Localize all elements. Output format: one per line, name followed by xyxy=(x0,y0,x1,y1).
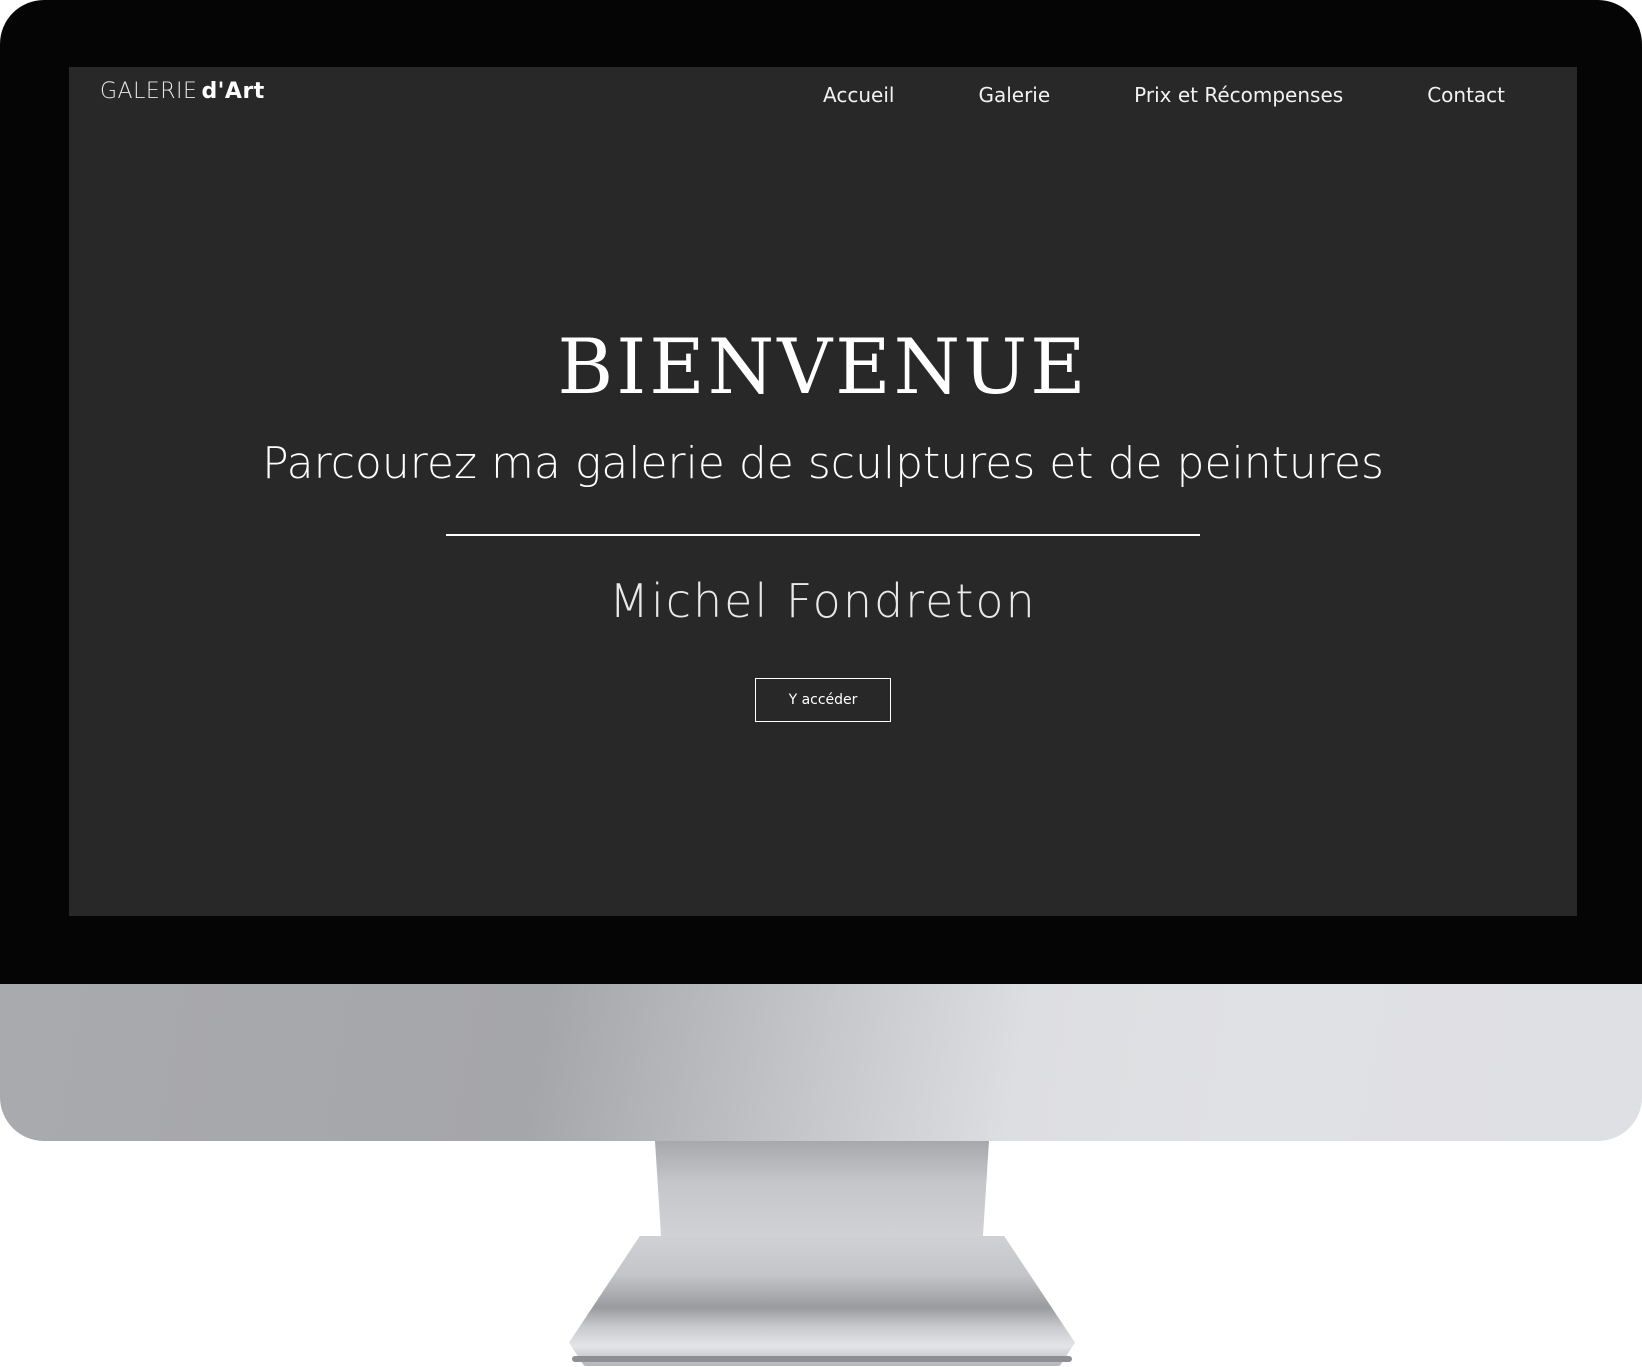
hero-subtitle: Parcourez ma galerie de sculptures et de… xyxy=(262,438,1384,489)
artist-name: Michel Fondreton xyxy=(609,574,1037,628)
desktop-monitor-mockup: GALERIE d'Art Accueil Galerie Prix et Réc… xyxy=(0,0,1642,1367)
hero-divider xyxy=(446,534,1200,536)
nav-item-prix-recompenses[interactable]: Prix et Récompenses xyxy=(1134,83,1343,107)
site-logo[interactable]: GALERIE d'Art xyxy=(100,79,265,104)
website-screen: GALERIE d'Art Accueil Galerie Prix et Réc… xyxy=(69,67,1577,916)
hero-title: BIENVENUE xyxy=(557,322,1089,411)
monitor-stand-shadow xyxy=(572,1356,1072,1362)
nav-item-galerie[interactable]: Galerie xyxy=(978,83,1050,107)
nav-item-accueil[interactable]: Accueil xyxy=(823,83,894,107)
monitor-chin xyxy=(0,984,1642,1141)
main-nav: Accueil Galerie Prix et Récompenses Cont… xyxy=(823,83,1505,107)
logo-text-light: GALERIE xyxy=(100,79,198,104)
monitor-stand-base xyxy=(569,1236,1075,1366)
monitor-stand-neck xyxy=(655,1141,989,1246)
enter-gallery-button[interactable]: Y accéder xyxy=(755,678,891,722)
logo-text-bold: d'Art xyxy=(201,79,265,104)
nav-item-contact[interactable]: Contact xyxy=(1427,83,1505,107)
